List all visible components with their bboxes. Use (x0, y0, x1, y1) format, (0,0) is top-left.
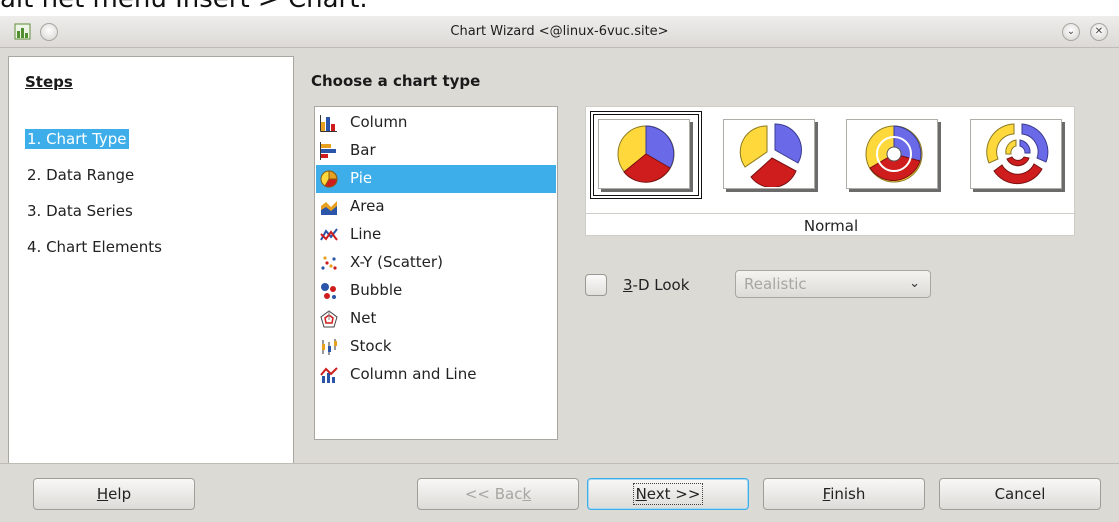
chart-type-label: Pie (350, 169, 373, 187)
chart-type-column[interactable]: Column (316, 109, 556, 137)
chart-type-stock[interactable]: Stock (316, 333, 556, 361)
chart-type-label: Area (350, 197, 385, 215)
chart-type-label: Line (350, 225, 382, 243)
steps-heading: Steps (25, 73, 73, 91)
chart-type-label: Column (350, 113, 408, 131)
window-title: Chart Wizard <@linux-6vuc.site> (450, 24, 669, 39)
chart-wizard-window: ait het menu Insert > Chart. Chart Wizar… (0, 0, 1119, 522)
titlebar: Chart Wizard <@linux-6vuc.site> ⌄ ✕ (0, 16, 1119, 48)
step-data-range[interactable]: 2. Data Range (25, 165, 136, 185)
chart-type-label: Stock (350, 337, 392, 355)
variant-exploded-pie[interactable] (715, 111, 827, 199)
back-button[interactable]: << Back (417, 478, 579, 510)
three-d-shape-value: Realistic (744, 275, 807, 293)
step-data-series[interactable]: 3. Data Series (25, 201, 135, 221)
variant-name: Normal (586, 213, 1076, 237)
chart-type-area[interactable]: Area (316, 193, 556, 221)
chart-type-label: X-Y (Scatter) (350, 253, 443, 271)
chart-type-net[interactable]: Net (316, 305, 556, 333)
background-caption: ait het menu Insert > Chart. (0, 0, 368, 16)
exploded-pie-icon (739, 123, 802, 187)
chart-type-pie[interactable]: Pie (316, 165, 556, 193)
three-d-look-checkbox[interactable] (585, 274, 607, 296)
close-button[interactable]: ✕ (1090, 23, 1108, 41)
chevron-down-icon: ⌄ (909, 276, 920, 291)
steps-panel: Steps 1. Chart Type 2. Data Range 3. Dat… (8, 56, 294, 463)
pie-chart-icon (320, 170, 338, 188)
chart-type-line[interactable]: Line (316, 221, 556, 249)
column-chart-icon (320, 115, 337, 132)
chart-type-scatter[interactable]: X-Y (Scatter) (316, 249, 556, 277)
choose-chart-type-heading: Choose a chart type (311, 72, 481, 90)
scatter-chart-icon (321, 256, 337, 270)
help-button[interactable]: Help (33, 478, 195, 510)
next-button[interactable]: Next >> (587, 478, 749, 510)
chart-type-label: Column and Line (350, 365, 477, 383)
chart-type-label: Bar (350, 141, 376, 159)
stock-chart-icon (322, 339, 337, 355)
three-d-look-label[interactable]: 3-D Look (623, 276, 689, 294)
variant-donut[interactable] (838, 111, 950, 199)
wizard-body: Steps 1. Chart Type 2. Data Range 3. Dat… (0, 48, 1119, 463)
donut-icon (865, 125, 923, 183)
chart-type-label: Bubble (350, 281, 403, 299)
content-panel: Choose a chart type Column Bar Pie Area … (296, 56, 1111, 463)
variant-exploded-donut[interactable] (962, 111, 1074, 199)
normal-pie-icon (617, 125, 675, 183)
step-chart-elements[interactable]: 4. Chart Elements (25, 237, 164, 257)
column-and-line-chart-icon (320, 367, 338, 383)
chart-type-bubble[interactable]: Bubble (316, 277, 556, 305)
chart-type-list[interactable]: Column Bar Pie Area Line X-Y (Scatter) B… (314, 106, 558, 440)
cancel-button[interactable]: Cancel (939, 478, 1101, 510)
bar-chart-icon (320, 142, 336, 160)
line-chart-icon (320, 228, 338, 241)
chart-type-column-and-line[interactable]: Column and Line (316, 361, 556, 389)
button-bar: Help << Back Next >> Finish Cancel (0, 463, 1119, 522)
variant-normal-pie[interactable] (590, 111, 702, 199)
bubble-chart-icon (321, 283, 336, 299)
finish-button[interactable]: Finish (763, 478, 925, 510)
chart-variant-panel: Normal (585, 106, 1076, 237)
step-chart-type[interactable]: 1. Chart Type (25, 129, 129, 149)
chart-type-label: Net (350, 309, 377, 327)
exploded-donut-icon (986, 123, 1049, 185)
net-chart-icon (320, 310, 338, 328)
minimize-button[interactable]: ⌄ (1062, 23, 1080, 41)
three-d-shape-select[interactable]: Realistic ⌄ (735, 270, 931, 298)
area-chart-icon (321, 201, 337, 215)
chart-type-bar[interactable]: Bar (316, 137, 556, 165)
